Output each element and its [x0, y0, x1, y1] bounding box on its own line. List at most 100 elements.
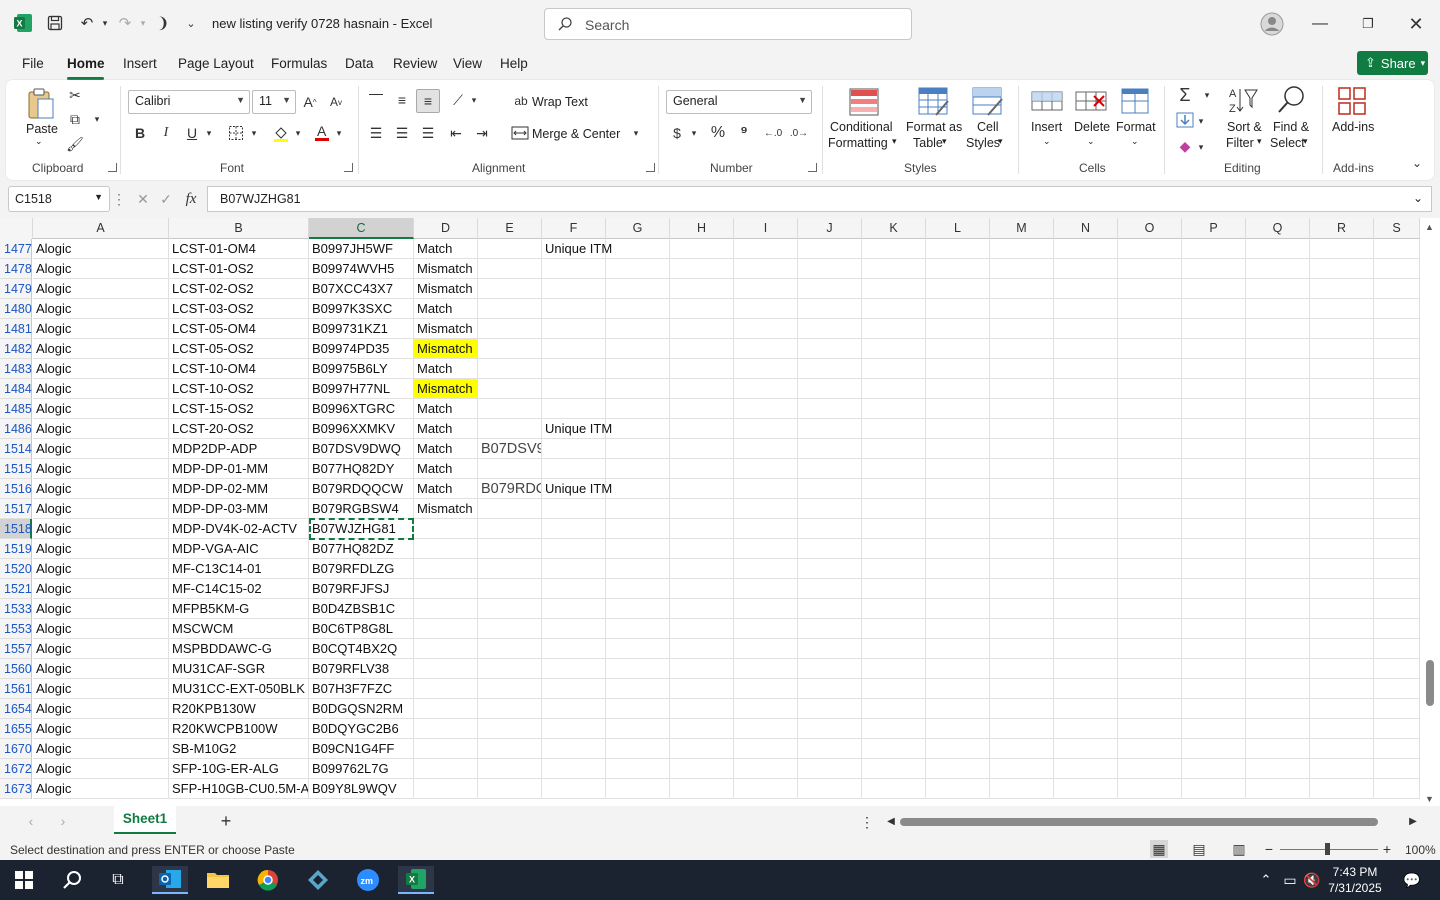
column-header-c[interactable]: C	[309, 218, 414, 239]
zoom-slider-thumb[interactable]	[1325, 843, 1330, 855]
empty-cell[interactable]	[734, 279, 798, 299]
empty-cell[interactable]	[1310, 399, 1374, 419]
empty-cell[interactable]	[798, 539, 862, 559]
cell-a-1517[interactable]: Alogic	[33, 499, 169, 519]
empty-cell[interactable]	[926, 559, 990, 579]
cell-e-1514[interactable]: B07DSV9DWQ	[478, 439, 542, 459]
cell-a-1560[interactable]: Alogic	[33, 659, 169, 679]
empty-cell[interactable]	[670, 559, 734, 579]
empty-cell[interactable]	[862, 739, 926, 759]
empty-cell[interactable]	[1054, 359, 1118, 379]
empty-cell[interactable]	[734, 619, 798, 639]
column-header-r[interactable]: R	[1310, 218, 1374, 239]
empty-cell[interactable]	[926, 439, 990, 459]
empty-cell[interactable]	[862, 459, 926, 479]
orientation-dropdown-icon[interactable]: ▾	[469, 93, 479, 107]
empty-cell[interactable]	[670, 439, 734, 459]
cell-a-1485[interactable]: Alogic	[33, 399, 169, 419]
cell-b-1670[interactable]: SB-M10G2	[169, 739, 309, 759]
empty-cell[interactable]	[1054, 579, 1118, 599]
empty-cell[interactable]	[606, 659, 670, 679]
empty-cell[interactable]	[606, 519, 670, 539]
cell-f-1670[interactable]	[542, 739, 606, 759]
empty-cell[interactable]	[926, 259, 990, 279]
empty-cell[interactable]	[862, 419, 926, 439]
empty-cell[interactable]	[1054, 299, 1118, 319]
empty-cell[interactable]	[1374, 259, 1420, 279]
empty-cell[interactable]	[1374, 439, 1420, 459]
cell-c-1481[interactable]: B099731KZ1	[309, 319, 414, 339]
cell-e-1477[interactable]	[478, 239, 542, 259]
empty-cell[interactable]	[990, 279, 1054, 299]
cell-e-1479[interactable]	[478, 279, 542, 299]
empty-cell[interactable]	[990, 559, 1054, 579]
empty-cell[interactable]	[1118, 399, 1182, 419]
empty-cell[interactable]	[1374, 379, 1420, 399]
cell-a-1481[interactable]: Alogic	[33, 319, 169, 339]
empty-cell[interactable]	[1054, 679, 1118, 699]
empty-cell[interactable]	[1118, 419, 1182, 439]
name-box[interactable]: C1518 ▼	[8, 186, 110, 212]
row-header[interactable]: 1520	[0, 559, 32, 579]
column-header-g[interactable]: G	[606, 218, 670, 239]
empty-cell[interactable]	[1310, 419, 1374, 439]
empty-cell[interactable]	[1310, 779, 1374, 799]
empty-cell[interactable]	[990, 239, 1054, 259]
empty-cell[interactable]	[1118, 539, 1182, 559]
empty-cell[interactable]	[1246, 699, 1310, 719]
empty-cell[interactable]	[1246, 479, 1310, 499]
insert-function-icon[interactable]: fx	[180, 189, 202, 209]
empty-cell[interactable]	[1118, 439, 1182, 459]
empty-cell[interactable]	[1118, 239, 1182, 259]
empty-cell[interactable]	[862, 719, 926, 739]
row-header[interactable]: 1553	[0, 619, 32, 639]
app-diamond-icon[interactable]	[300, 866, 336, 894]
empty-cell[interactable]	[1310, 239, 1374, 259]
empty-cell[interactable]	[734, 299, 798, 319]
cell-b-1480[interactable]: LCST-03-OS2	[169, 299, 309, 319]
cell-b-1515[interactable]: MDP-DP-01-MM	[169, 459, 309, 479]
empty-cell[interactable]	[606, 339, 670, 359]
empty-cell[interactable]	[1246, 239, 1310, 259]
cell-c-1486[interactable]: B0996XXMKV	[309, 419, 414, 439]
empty-cell[interactable]	[862, 779, 926, 799]
empty-cell[interactable]	[1182, 739, 1246, 759]
row-header[interactable]: 1673	[0, 779, 32, 799]
cell-f-1486[interactable]: Unique ITM	[542, 419, 612, 439]
customize-qat-icon[interactable]: ⌄	[180, 12, 202, 34]
empty-cell[interactable]	[1182, 599, 1246, 619]
cell-a-1479[interactable]: Alogic	[33, 279, 169, 299]
format-cells-label[interactable]: Format	[1116, 120, 1156, 134]
zoom-level[interactable]: 100%	[1405, 843, 1436, 857]
cell-f-1553[interactable]	[542, 619, 606, 639]
collapse-ribbon-icon[interactable]: ⌄	[1410, 156, 1424, 170]
empty-cell[interactable]	[606, 439, 670, 459]
row-header[interactable]: 1484	[0, 379, 32, 399]
empty-cell[interactable]	[734, 259, 798, 279]
excel-taskbar-icon[interactable]: X	[398, 866, 434, 894]
cell-e-1672[interactable]	[478, 759, 542, 779]
cell-f-1561[interactable]	[542, 679, 606, 699]
empty-cell[interactable]	[926, 739, 990, 759]
cell-f-1560[interactable]	[542, 659, 606, 679]
empty-cell[interactable]	[606, 379, 670, 399]
sheet-tab-sheet1[interactable]: Sheet1	[114, 806, 176, 834]
empty-cell[interactable]	[1182, 419, 1246, 439]
empty-cell[interactable]	[606, 239, 670, 259]
wrap-text-button[interactable]: Wrap Text	[532, 95, 588, 109]
conditional-formatting-label[interactable]: Conditional	[830, 120, 893, 134]
empty-cell[interactable]	[1054, 279, 1118, 299]
cell-c-1482[interactable]: B09974PD35	[309, 339, 414, 359]
row-header[interactable]: 1521	[0, 579, 32, 599]
empty-cell[interactable]	[734, 759, 798, 779]
empty-cell[interactable]	[1182, 659, 1246, 679]
empty-cell[interactable]	[862, 259, 926, 279]
empty-cell[interactable]	[1246, 779, 1310, 799]
cell-c-1557[interactable]: B0CQT4BX2Q	[309, 639, 414, 659]
cell-e-1518[interactable]	[478, 519, 542, 539]
align-top-icon[interactable]: ⎺	[366, 90, 386, 110]
scroll-up-icon[interactable]: ▲	[1425, 222, 1434, 232]
cell-c-1654[interactable]: B0DGQSN2RM	[309, 699, 414, 719]
empty-cell[interactable]	[798, 559, 862, 579]
empty-cell[interactable]	[606, 499, 670, 519]
